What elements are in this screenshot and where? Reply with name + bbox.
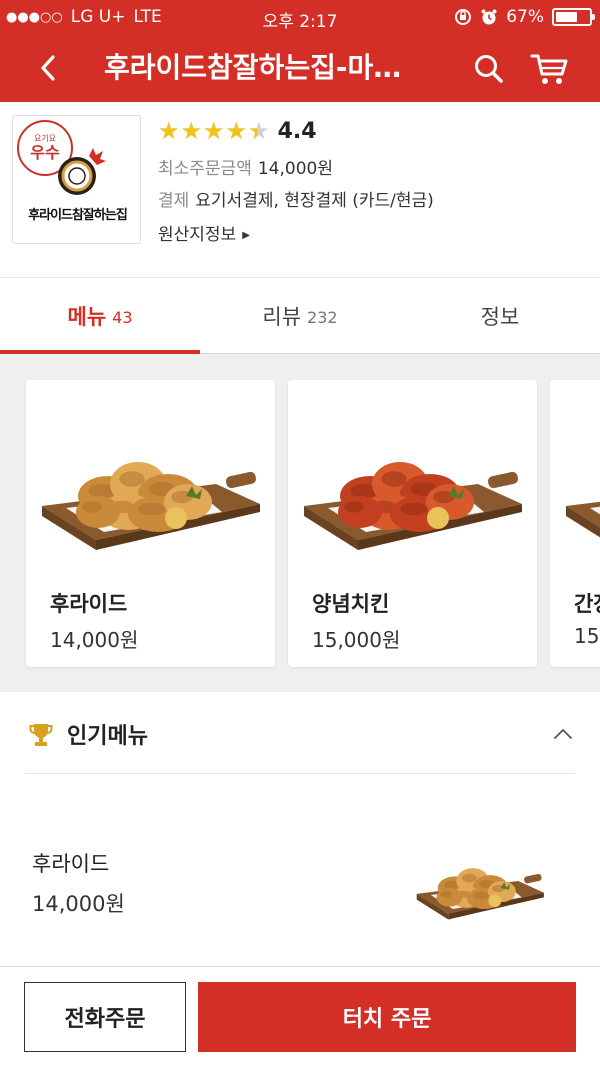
- star-icon: ★★: [248, 117, 270, 145]
- tab-review[interactable]: 리뷰 232: [200, 279, 400, 353]
- tab-menu-label: 메뉴: [67, 305, 107, 329]
- search-icon: [475, 55, 503, 83]
- phone-order-button[interactable]: 전화주문: [24, 982, 186, 1052]
- menu-card-carousel[interactable]: 후라이드 14,000원 양념치킨 15,000원 간장 15,: [0, 354, 600, 692]
- menu-card-name: 양념치킨: [312, 592, 390, 616]
- rotation-lock-icon: [454, 8, 472, 26]
- chevron-up-icon: [554, 729, 572, 739]
- battery-icon: [552, 8, 595, 26]
- menu-card-name: 간장: [574, 592, 600, 616]
- battery-percent: 67%: [506, 7, 544, 27]
- carrier-name: LG U+: [70, 7, 126, 27]
- cart-button[interactable]: [526, 48, 574, 90]
- touch-order-button[interactable]: 터치 주문: [198, 982, 576, 1052]
- rating: ★★★★★★★★★★ 4.4: [158, 118, 317, 144]
- triangle-right-icon: ▶: [242, 230, 250, 241]
- page-title: 후라이드참잘하는집-마…: [104, 51, 402, 84]
- payment-value: 요기서결제, 현장결제 (카드/현금): [195, 191, 434, 211]
- cart-icon: [530, 54, 568, 84]
- store-info: 요기요 우수 후라이드참잘하는집 ★★★★★★★★★★ 4.4 최소주문금액14…: [0, 102, 600, 278]
- payment-info: 결제 요기서결제, 현장결제 (카드/현금): [158, 186, 434, 211]
- popular-menu-section: 인기메뉴 후라이드 14,000원: [0, 692, 600, 966]
- menu-card-name: 후라이드: [50, 592, 128, 616]
- tab-review-count: 232: [307, 308, 338, 327]
- status-bar: ●●●○○ LG U+ LTE 오후 2:17 67%: [0, 0, 600, 34]
- app-header: 후라이드참잘하는집-마…: [0, 34, 600, 102]
- store-logo: 요기요 우수 후라이드참잘하는집: [12, 115, 141, 244]
- tab-info[interactable]: 정보: [400, 279, 600, 353]
- trophy-icon: [29, 724, 53, 746]
- popular-item-image: [395, 832, 565, 937]
- min-order: 최소주문금액 14,000원: [158, 154, 333, 179]
- min-order-label: 최소주문금액: [158, 159, 252, 179]
- menu-card[interactable]: 후라이드 14,000원: [26, 380, 275, 667]
- tab-info-label: 정보: [480, 305, 520, 329]
- star-icon: ★★: [158, 117, 180, 145]
- star-rating: ★★★★★★★★★★: [158, 118, 270, 144]
- popular-menu-header[interactable]: 인기메뉴: [25, 692, 575, 774]
- star-icon: ★★: [203, 117, 225, 145]
- back-button[interactable]: [28, 48, 68, 88]
- tab-bar: 메뉴 43 리뷰 232 정보: [0, 279, 600, 354]
- popular-menu-item[interactable]: 후라이드 14,000원: [0, 804, 600, 954]
- star-icon: ★★: [180, 117, 203, 145]
- store-logo-text: 후라이드참잘하는집: [28, 208, 128, 223]
- menu-card-price: 14,000원: [50, 628, 139, 652]
- alarm-icon: [480, 8, 498, 26]
- menu-card[interactable]: 양념치킨 15,000원: [288, 380, 537, 667]
- tab-review-label: 리뷰: [262, 305, 302, 329]
- menu-card-image: [550, 400, 600, 580]
- menu-card[interactable]: 간장 15,: [550, 380, 600, 667]
- menu-card-image: [288, 400, 537, 580]
- popular-menu-title: 인기메뉴: [67, 724, 148, 749]
- star-icon: ★★: [225, 117, 248, 145]
- origin-info-link[interactable]: 원산지정보 ▶: [158, 220, 250, 245]
- min-order-value: 14,000원: [257, 159, 333, 179]
- search-button[interactable]: [468, 48, 510, 90]
- payment-label: 결제: [158, 191, 190, 211]
- chicken-logo-icon: [58, 148, 106, 195]
- tab-menu[interactable]: 메뉴 43: [0, 279, 200, 354]
- bottom-order-bar: 전화주문 터치 주문: [0, 966, 600, 1067]
- network-type: LTE: [133, 7, 162, 27]
- signal-strength: ●●●○○: [6, 9, 63, 25]
- origin-info-label: 원산지정보: [158, 225, 237, 245]
- chevron-left-icon: [41, 55, 55, 81]
- rating-value: 4.4: [277, 118, 317, 144]
- tab-menu-count: 43: [112, 308, 133, 327]
- popular-item-price: 14,000원: [32, 892, 125, 916]
- popular-item-name: 후라이드: [32, 852, 110, 876]
- menu-card-price: 15,: [574, 624, 600, 648]
- menu-card-price: 15,000원: [312, 628, 401, 652]
- menu-card-image: [26, 400, 275, 580]
